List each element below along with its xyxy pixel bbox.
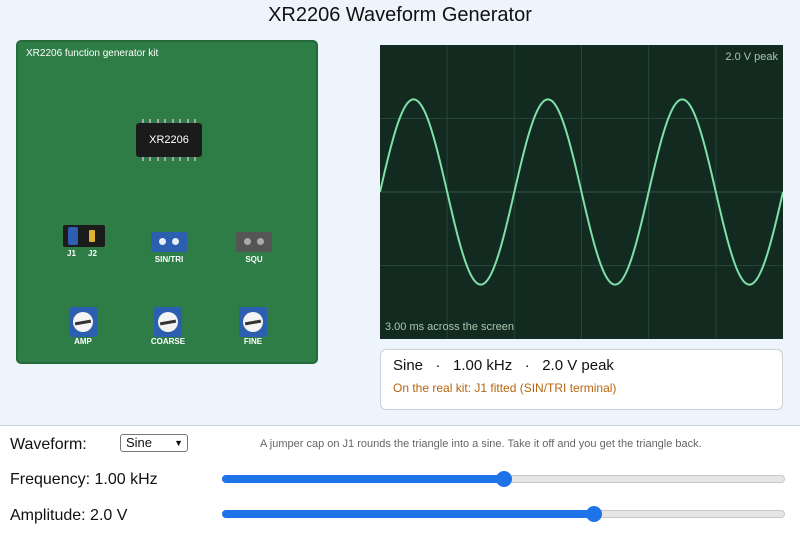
oscilloscope-screen: 2.0 V peak 3.00 ms across the screen xyxy=(380,45,783,339)
squ-terminal xyxy=(236,232,272,252)
amplitude-slider-fill xyxy=(222,510,594,518)
chip-pins-bottom xyxy=(142,157,196,161)
fine-pot-label: FINE xyxy=(243,337,263,346)
amp-pot[interactable] xyxy=(69,307,97,337)
jumper-hint: A jumper cap on J1 rounds the triangle i… xyxy=(260,438,702,450)
chevron-down-icon: ▼ xyxy=(174,438,183,448)
info-panel: Sine · 1.00 kHz · 2.0 V peak On the real… xyxy=(380,349,783,410)
waveform-select[interactable]: Sine ▼ xyxy=(120,434,188,452)
coarse-pot[interactable] xyxy=(154,307,182,337)
amp-knob-icon xyxy=(73,312,93,332)
sin-tri-label: SIN/TRI xyxy=(154,255,184,264)
amplitude-slider[interactable] xyxy=(222,506,785,522)
scope-graticule xyxy=(380,45,783,339)
xr2206-chip: XR2206 xyxy=(136,123,202,157)
coarse-knob-icon xyxy=(158,312,178,332)
controls-panel: Waveform: Sine ▼ A jumper cap on J1 roun… xyxy=(0,425,800,543)
frequency-slider-thumb[interactable] xyxy=(495,471,512,487)
fine-knob-icon xyxy=(243,312,263,332)
coarse-pot-label: COARSE xyxy=(150,337,186,346)
pcb-board: XR2206 function generator kit XR2206 J1 … xyxy=(16,40,318,364)
jumper-label-j2: J2 xyxy=(88,249,97,258)
board-label: XR2206 function generator kit xyxy=(26,48,159,59)
squ-label: SQU xyxy=(245,255,263,264)
amp-pot-label: AMP xyxy=(74,337,92,346)
waveform-label: Waveform: xyxy=(10,436,87,453)
page-title: XR2206 Waveform Generator xyxy=(268,4,532,26)
frequency-label: Frequency: 1.00 kHz xyxy=(10,471,158,488)
fine-pot[interactable] xyxy=(239,307,267,337)
waveform-select-value: Sine xyxy=(126,435,153,450)
amplitude-label: Amplitude: 2.0 V xyxy=(10,507,128,524)
waveform-summary: Sine · 1.00 kHz · 2.0 V peak xyxy=(393,357,614,374)
jumper-header[interactable] xyxy=(63,225,105,247)
kit-note: On the real kit: J1 fitted (SIN/TRI term… xyxy=(393,381,617,395)
sin-tri-terminal xyxy=(151,232,187,252)
jumper-pin-j2 xyxy=(89,230,95,242)
frequency-slider[interactable] xyxy=(222,471,785,487)
scope-amplitude-readout: 2.0 V peak xyxy=(725,51,778,63)
jumper-cap-j1[interactable] xyxy=(68,227,78,245)
frequency-slider-fill xyxy=(222,475,504,483)
scope-timebase-readout: 3.00 ms across the screen xyxy=(385,321,515,333)
jumper-label-j1: J1 xyxy=(67,249,76,258)
amplitude-slider-thumb[interactable] xyxy=(585,506,602,522)
